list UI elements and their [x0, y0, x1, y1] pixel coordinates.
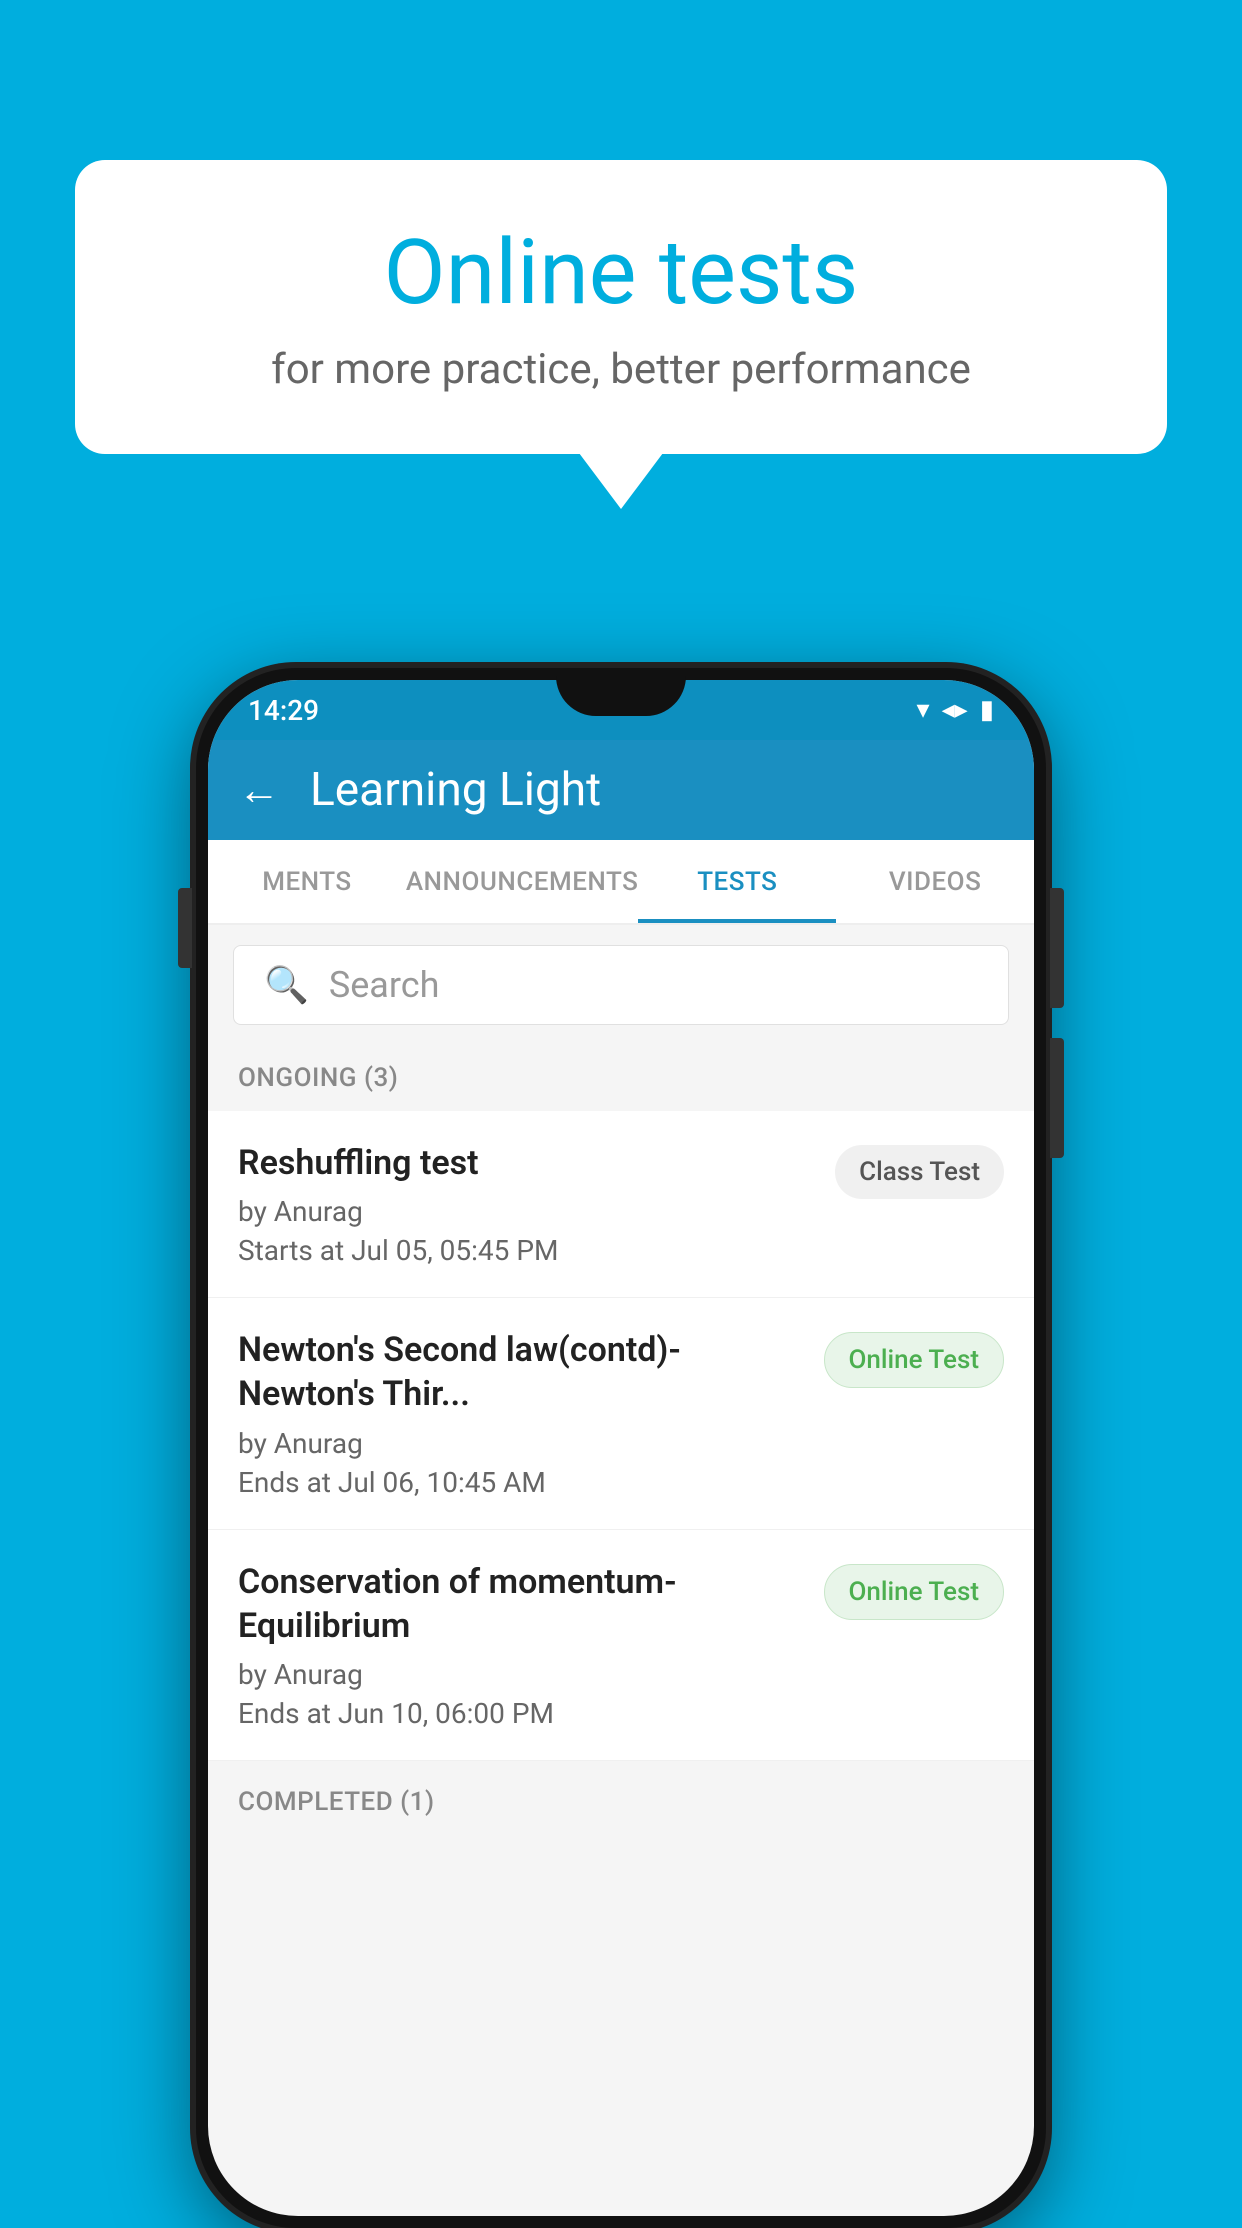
side-button-right-2	[1050, 1038, 1064, 1158]
side-button-left	[178, 888, 192, 968]
battery-icon: ▮	[980, 695, 994, 725]
status-icons: ▾ ◂▸ ▮	[917, 695, 994, 725]
test-author-1: by Anurag	[238, 1195, 815, 1228]
phone-notch	[556, 668, 686, 716]
search-icon: 🔍	[264, 964, 309, 1006]
ongoing-section-header: ONGOING (3)	[208, 1045, 1034, 1111]
test-author-2: by Anurag	[238, 1427, 804, 1460]
test-badge-3: Online Test	[824, 1564, 1005, 1620]
completed-label: COMPLETED (1)	[238, 1787, 435, 1817]
tabs-bar: MENTS ANNOUNCEMENTS TESTS VIDEOS	[208, 840, 1034, 925]
test-info-3: Conservation of momentum-Equilibrium by …	[238, 1560, 824, 1730]
search-container: 🔍 Search	[208, 925, 1034, 1045]
list-item[interactable]: Newton's Second law(contd)-Newton's Thir…	[208, 1298, 1034, 1529]
search-bar[interactable]: 🔍 Search	[233, 945, 1009, 1025]
speech-bubble-container: Online tests for more practice, better p…	[75, 160, 1167, 454]
phone-frame: 14:29 ▾ ◂▸ ▮ ← Learning Light MENTS ANNO…	[196, 668, 1046, 2228]
back-button[interactable]: ←	[238, 766, 280, 815]
tab-announcements[interactable]: ANNOUNCEMENTS	[406, 840, 639, 923]
app-title: Learning Light	[310, 763, 601, 817]
list-item[interactable]: Reshuffling test by Anurag Starts at Jul…	[208, 1111, 1034, 1298]
list-item[interactable]: Conservation of momentum-Equilibrium by …	[208, 1530, 1034, 1761]
speech-bubble: Online tests for more practice, better p…	[75, 160, 1167, 454]
ongoing-label: ONGOING (3)	[238, 1063, 398, 1093]
tab-tests[interactable]: TESTS	[638, 840, 836, 923]
status-time: 14:29	[248, 694, 319, 727]
test-info-1: Reshuffling test by Anurag Starts at Jul…	[238, 1141, 835, 1267]
test-time-2: Ends at Jul 06, 10:45 AM	[238, 1466, 804, 1499]
side-button-right-1	[1050, 888, 1064, 1008]
test-author-3: by Anurag	[238, 1658, 804, 1691]
test-name-2: Newton's Second law(contd)-Newton's Thir…	[238, 1328, 804, 1416]
wifi-icon: ▾	[917, 695, 930, 725]
test-badge-2: Online Test	[824, 1332, 1005, 1388]
test-name-3: Conservation of momentum-Equilibrium	[238, 1560, 804, 1648]
test-name-1: Reshuffling test	[238, 1141, 815, 1185]
signal-icon: ◂▸	[942, 695, 968, 725]
search-input[interactable]: Search	[329, 964, 440, 1006]
app-header: ← Learning Light	[208, 740, 1034, 840]
test-time-3: Ends at Jun 10, 06:00 PM	[238, 1697, 804, 1730]
test-list: Reshuffling test by Anurag Starts at Jul…	[208, 1111, 1034, 1761]
test-badge-1: Class Test	[835, 1145, 1004, 1199]
bubble-title: Online tests	[155, 220, 1087, 325]
completed-section-header: COMPLETED (1)	[208, 1769, 1034, 1835]
bubble-subtitle: for more practice, better performance	[155, 345, 1087, 394]
test-time-1: Starts at Jul 05, 05:45 PM	[238, 1234, 815, 1267]
tab-videos[interactable]: VIDEOS	[836, 840, 1034, 923]
test-info-2: Newton's Second law(contd)-Newton's Thir…	[238, 1328, 824, 1498]
tab-ments[interactable]: MENTS	[208, 840, 406, 923]
phone-screen: 14:29 ▾ ◂▸ ▮ ← Learning Light MENTS ANNO…	[208, 680, 1034, 2216]
